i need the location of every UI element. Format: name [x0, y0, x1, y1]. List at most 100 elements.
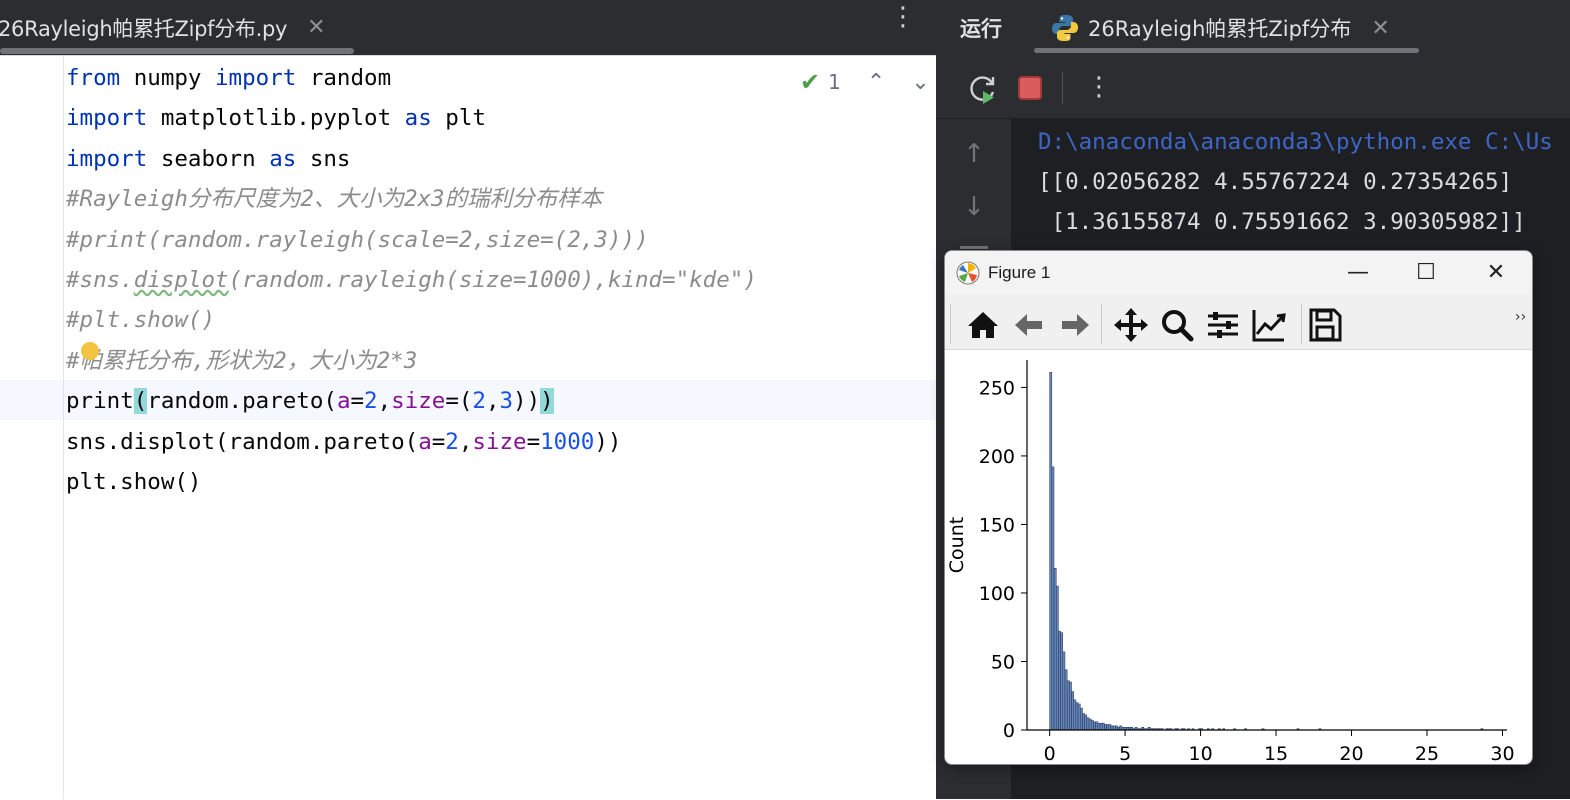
- back-icon[interactable]: [1011, 307, 1047, 343]
- run-config-tab[interactable]: 26Rayleigh帕累托Zipf分布 ✕: [1050, 13, 1390, 43]
- code-token: sns: [296, 145, 351, 172]
- code-token: #帕累托分布,形状为2，大小为2*3: [66, 347, 418, 374]
- save-icon[interactable]: [1307, 307, 1343, 343]
- run-tab-title[interactable]: 26Rayleigh帕累托Zipf分布: [1088, 13, 1351, 43]
- code-line[interactable]: #print(random.rayleigh(scale=2,size=(2,3…: [66, 220, 648, 260]
- inspection-count: 1: [828, 70, 841, 94]
- code-token: random.pareto(: [147, 388, 337, 415]
- inspection-widget[interactable]: ✔ 1 ⌃ ⌄: [800, 66, 930, 98]
- toolbar-separator: [1101, 304, 1102, 344]
- tab-scrollbar[interactable]: [0, 48, 354, 54]
- histogram-bar: [1086, 717, 1090, 731]
- chevron-up-icon[interactable]: ⌃: [867, 70, 885, 95]
- toolbar-separator: [1062, 72, 1063, 104]
- code-token: displot: [133, 267, 229, 293]
- arrow-down-icon[interactable]: ↓: [960, 193, 988, 221]
- customize-icon[interactable]: [1251, 307, 1287, 343]
- histogram-plot[interactable]: 0 50 100 150 200 250 0 5 10 15 20 25 30 Count: [945, 350, 1532, 764]
- histogram-bar: [1095, 721, 1099, 731]
- histogram-bar: [1051, 466, 1055, 731]
- histogram-bar: [1071, 691, 1074, 731]
- close-icon[interactable]: ✕: [1371, 16, 1389, 41]
- intention-bulb-icon[interactable]: [81, 342, 99, 360]
- console-output-line: [1.36155874 0.75591662 3.90305982]]: [1038, 209, 1526, 235]
- code-line[interactable]: plt.show(): [66, 462, 201, 502]
- code-token: 3: [499, 388, 514, 415]
- more-options-icon[interactable]: ⋮: [1086, 70, 1112, 106]
- x-tick-label: 10: [1188, 743, 1212, 764]
- y-tick-label: 200: [979, 446, 1015, 468]
- arrow-up-icon[interactable]: ↑: [960, 140, 988, 168]
- histogram-bar: [1090, 720, 1094, 731]
- code-token: seaborn: [147, 145, 270, 172]
- code-token: =: [526, 428, 541, 455]
- code-token: 2: [445, 428, 459, 455]
- code-line[interactable]: from numpy import random: [66, 58, 391, 98]
- run-tab-scrollbar[interactable]: [1034, 48, 1419, 53]
- close-icon[interactable]: ✕: [307, 15, 325, 40]
- soft-wrap-icon[interactable]: [960, 246, 988, 249]
- code-token: #print(random.rayleigh(scale=2,size=(2,3…: [66, 226, 649, 253]
- editor-tab-title[interactable]: 26Rayleigh帕累托Zipf分布.py: [0, 13, 287, 43]
- code-line[interactable]: sns.displot(random.pareto(a=2,size=1000)…: [66, 422, 621, 462]
- rerun-icon[interactable]: [966, 72, 1000, 106]
- subplots-icon[interactable]: [1205, 307, 1241, 343]
- histogram-bar: [1077, 703, 1081, 731]
- histogram-bar: [1115, 725, 1118, 731]
- code-token: size: [391, 388, 446, 415]
- stop-icon[interactable]: [1018, 76, 1042, 100]
- code-line[interactable]: #sns.displot(random.rayleigh(size=1000),…: [66, 260, 757, 300]
- toolbar-separator: [1301, 304, 1302, 344]
- code-token: (random.rayleigh(size=1000),kind="kde"): [228, 267, 757, 293]
- x-tick-label: 20: [1339, 743, 1363, 764]
- minimize-icon[interactable]: —: [1335, 251, 1381, 295]
- figure-window[interactable]: Figure 1 — ☐ ✕ ›› 0 50 100 150 200 250 0 5 10 15 2…: [944, 250, 1533, 765]
- console-command-line[interactable]: D:\anaconda\anaconda3\python.exe C:\Us: [1038, 122, 1553, 162]
- y-tick-label: 50: [991, 651, 1015, 673]
- code-line[interactable]: #帕累托分布,形状为2，大小为2*3: [66, 341, 417, 381]
- code-token: 1000: [540, 428, 595, 455]
- python-icon: [1052, 15, 1078, 41]
- toolbar-overflow-icon[interactable]: ››: [1515, 309, 1526, 325]
- histogram-bar: [1084, 714, 1088, 731]
- code-token: numpy: [120, 65, 216, 91]
- zoom-icon[interactable]: [1159, 307, 1195, 343]
- code-token: matplotlib.pyplot: [147, 105, 405, 132]
- histogram-bar: [1066, 680, 1070, 731]
- editor-tab[interactable]: 26Rayleigh帕累托Zipf分布.py ✕: [0, 0, 326, 55]
- chevron-down-icon[interactable]: ⌄: [911, 70, 929, 95]
- y-axis-label: Count: [946, 517, 968, 573]
- code-token: import: [215, 65, 297, 91]
- code-line[interactable]: print(random.pareto(a=2,size=(2,3))): [66, 381, 554, 421]
- histogram-bar: [1060, 632, 1064, 731]
- maximize-icon[interactable]: ☐: [1403, 251, 1449, 295]
- code-line[interactable]: import matplotlib.pyplot as plt: [66, 98, 486, 138]
- code-token: 2: [364, 388, 378, 415]
- code-token: #plt.show(): [66, 307, 216, 334]
- more-options-icon[interactable]: ⋮: [890, 4, 916, 32]
- home-icon[interactable]: [965, 307, 1001, 343]
- histogram-bar: [1101, 722, 1105, 731]
- histogram-bar: [1062, 651, 1066, 731]
- code-token: )): [594, 428, 622, 455]
- code-token: size: [472, 428, 527, 455]
- code-token: =: [431, 428, 446, 455]
- code-line[interactable]: import seaborn as sns: [66, 139, 350, 179]
- forward-icon[interactable]: [1057, 307, 1093, 343]
- histogram-bar: [1073, 699, 1077, 731]
- histogram-bar: [1099, 722, 1103, 731]
- code-token: import: [66, 105, 148, 132]
- y-tick-label: 150: [979, 514, 1015, 536]
- histogram-bar: [1119, 725, 1123, 731]
- histogram-bar: [1112, 725, 1116, 731]
- code-token: from: [66, 65, 121, 91]
- code-line[interactable]: #Rayleigh分布尺度为2、大小为2x3的瑞利分布样本: [66, 179, 602, 219]
- pan-icon[interactable]: [1113, 307, 1149, 343]
- code-token: as: [269, 145, 297, 172]
- gutter-divider: [63, 56, 64, 799]
- histogram-bar: [1088, 718, 1092, 731]
- histogram-bar: [1106, 724, 1109, 731]
- code-line[interactable]: #plt.show(): [66, 300, 215, 340]
- y-tick-label: 250: [979, 377, 1015, 399]
- close-icon[interactable]: ✕: [1473, 251, 1519, 295]
